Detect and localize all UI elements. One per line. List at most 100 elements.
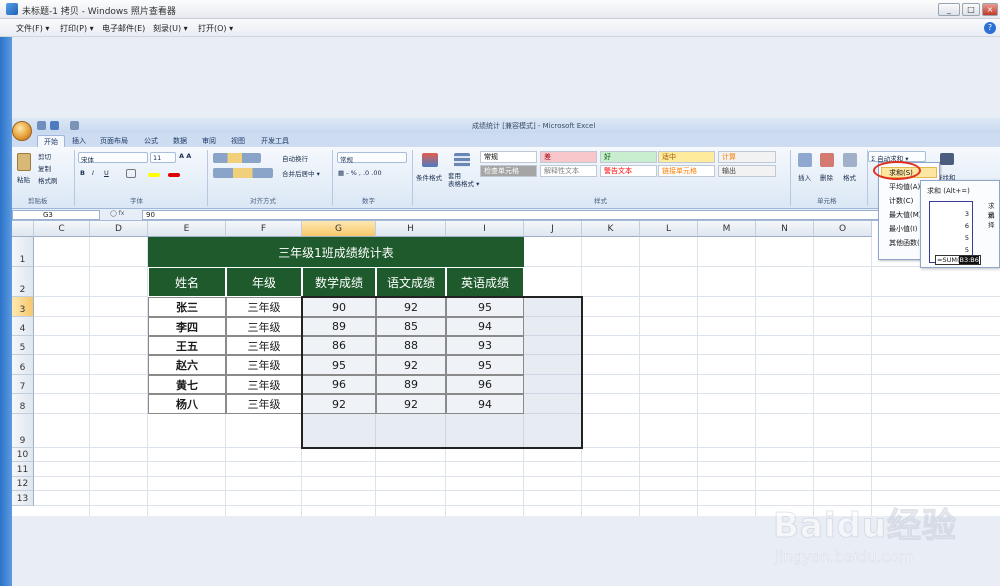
help-icon[interactable]: ?	[984, 22, 996, 34]
row-header[interactable]: 1	[12, 237, 34, 267]
find-icon[interactable]	[940, 153, 954, 165]
row-header[interactable]: 6	[12, 355, 34, 375]
number-format-buttons[interactable]: ▦ - % , .0 .00	[338, 169, 382, 177]
bold-button[interactable]: B	[80, 169, 85, 177]
column-header[interactable]: C	[34, 221, 90, 237]
row-header[interactable]: 5	[12, 336, 34, 355]
formula-input[interactable]: 90	[142, 210, 1000, 220]
column-header[interactable]: J	[524, 221, 582, 237]
tab-review[interactable]: 审阅	[196, 135, 222, 147]
row-header[interactable]: 11	[12, 462, 34, 477]
format-cells-icon[interactable]	[843, 153, 857, 167]
insert-cells-button[interactable]: 插入	[798, 172, 811, 182]
wrap-text-button[interactable]: 自动换行	[282, 153, 308, 163]
menu-file[interactable]: 文件(F) ▾	[16, 23, 49, 34]
table-format-icon[interactable]	[454, 153, 470, 167]
style-cell[interactable]: 链接单元格	[658, 165, 715, 177]
tab-developer[interactable]: 开发工具	[255, 135, 295, 147]
table-cell[interactable]: 赵六	[148, 355, 226, 375]
font-size-select[interactable]: 11	[150, 152, 176, 163]
style-cell[interactable]: 输出	[718, 165, 776, 177]
insert-cells-icon[interactable]	[798, 153, 812, 167]
column-header[interactable]: O	[814, 221, 872, 237]
close-button[interactable]: ×	[982, 3, 998, 16]
paste-icon[interactable]	[17, 153, 31, 171]
menu-print[interactable]: 打印(P) ▾	[60, 23, 94, 34]
column-header[interactable]: N	[756, 221, 814, 237]
vertical-align-icons[interactable]	[213, 153, 261, 163]
cut-button[interactable]: 剪切	[38, 151, 51, 161]
minimize-button[interactable]: _	[938, 3, 960, 16]
tab-data[interactable]: 数据	[167, 135, 193, 147]
delete-cells-icon[interactable]	[820, 153, 834, 167]
column-header[interactable]: H	[376, 221, 446, 237]
border-icon[interactable]	[126, 169, 136, 178]
column-header[interactable]: L	[640, 221, 698, 237]
style-cell[interactable]: 检查单元格	[480, 165, 537, 177]
table-cell[interactable]: 黄七	[148, 375, 226, 394]
copy-button[interactable]: 复制	[38, 163, 51, 173]
table-cell[interactable]: 三年级	[226, 297, 302, 317]
menu-item-max[interactable]: 最大值(M)	[889, 210, 922, 220]
table-cell[interactable]: 张三	[148, 297, 226, 317]
column-header[interactable]: G	[302, 221, 376, 237]
style-cell[interactable]: 警告文本	[600, 165, 657, 177]
select-all-corner[interactable]	[12, 221, 34, 237]
format-cells-button[interactable]: 格式	[843, 172, 856, 182]
paste-button[interactable]: 粘贴	[17, 174, 30, 184]
name-box[interactable]: G3	[12, 210, 100, 220]
style-cell[interactable]: 常规	[480, 151, 537, 163]
row-header[interactable]: 13	[12, 491, 34, 506]
menu-burn[interactable]: 刻录(U) ▾	[153, 23, 188, 34]
column-header[interactable]: I	[446, 221, 524, 237]
row-header[interactable]: 2	[12, 267, 34, 297]
italic-button[interactable]: I	[92, 169, 94, 177]
row-header[interactable]: 9	[12, 414, 34, 448]
grow-font-button[interactable]: A A	[179, 152, 191, 160]
table-cell[interactable]: 李四	[148, 317, 226, 336]
menu-item-min[interactable]: 最小值(I)	[889, 224, 918, 234]
table-cell[interactable]: 三年级	[226, 394, 302, 414]
table-cell[interactable]: 杨八	[148, 394, 226, 414]
conditional-format-icon[interactable]	[422, 153, 438, 167]
font-name-select[interactable]: 宋体	[78, 152, 148, 164]
column-header[interactable]: E	[148, 221, 226, 237]
table-format-button[interactable]: 套用 表格格式 ▾	[448, 172, 479, 188]
font-color-icon[interactable]	[168, 173, 180, 177]
format-painter-button[interactable]: 格式刷	[38, 175, 58, 185]
save-icon[interactable]	[37, 121, 46, 130]
style-cell[interactable]: 好	[600, 151, 657, 163]
table-cell[interactable]: 三年级	[226, 317, 302, 336]
row-header[interactable]: 7	[12, 375, 34, 394]
row-header[interactable]: 8	[12, 394, 34, 414]
column-header[interactable]: D	[90, 221, 148, 237]
column-header[interactable]: F	[226, 221, 302, 237]
row-header[interactable]: 3	[12, 297, 34, 317]
number-format-select[interactable]: 常规	[337, 152, 407, 164]
tab-page-layout[interactable]: 页面布局	[94, 135, 134, 147]
column-header[interactable]: K	[582, 221, 640, 237]
tab-home[interactable]: 开始	[37, 135, 65, 147]
row-header[interactable]: 12	[12, 477, 34, 491]
table-cell[interactable]: 三年级	[226, 336, 302, 355]
column-header[interactable]: M	[698, 221, 756, 237]
print-preview-icon[interactable]	[70, 121, 79, 130]
table-cell[interactable]: 三年级	[226, 375, 302, 394]
menu-email[interactable]: 电子邮件(E)	[102, 23, 145, 34]
table-cell[interactable]: 三年级	[226, 355, 302, 375]
menu-open[interactable]: 打开(O) ▾	[198, 23, 233, 34]
tab-formulas[interactable]: 公式	[138, 135, 164, 147]
fill-color-icon[interactable]	[148, 173, 160, 177]
menu-item-count[interactable]: 计数(C)	[889, 196, 913, 206]
fx-icon[interactable]: ◯ fx	[110, 210, 134, 220]
underline-button[interactable]: U	[104, 169, 109, 177]
tab-view[interactable]: 视图	[225, 135, 251, 147]
style-cell[interactable]: 解释性文本	[540, 165, 597, 177]
conditional-format-button[interactable]: 条件格式	[416, 172, 442, 182]
row-header[interactable]: 10	[12, 448, 34, 462]
office-button[interactable]	[12, 121, 32, 141]
menu-item-average[interactable]: 平均值(A)	[889, 182, 920, 192]
maximize-button[interactable]: □	[962, 3, 980, 16]
delete-cells-button[interactable]: 删除	[820, 172, 833, 182]
table-cell[interactable]: 王五	[148, 336, 226, 355]
